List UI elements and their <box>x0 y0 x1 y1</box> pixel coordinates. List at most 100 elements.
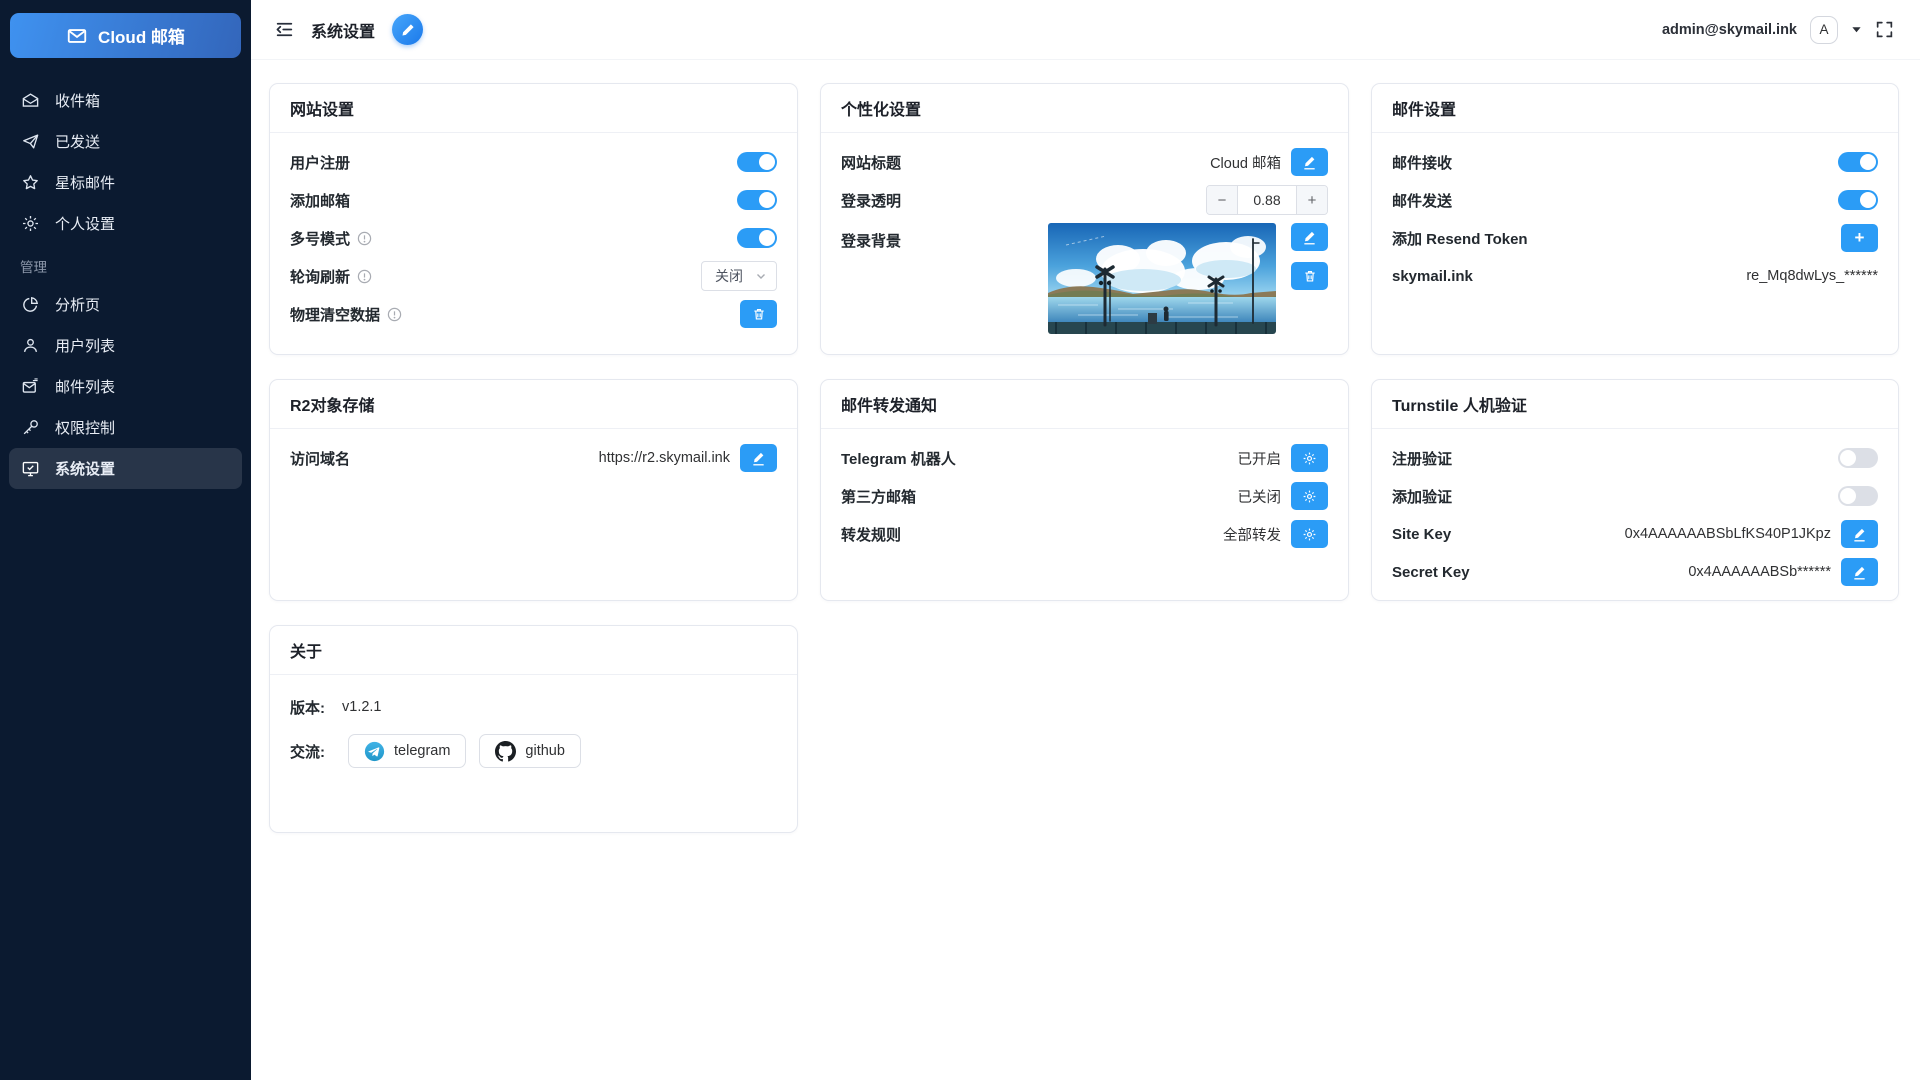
sidebar-item-inbox[interactable]: 收件箱 <box>9 80 242 121</box>
token-domain-label: skymail.ink <box>1392 268 1473 285</box>
add-resend-token-button[interactable]: + <box>1841 224 1878 252</box>
row-version: 版本: v1.2.1 <box>290 685 777 729</box>
row-label: 转发规则 <box>841 524 901 545</box>
inbox-icon <box>20 91 40 111</box>
row-secret-key: Secret Key 0x4AAAAAABSb****** <box>1392 553 1878 591</box>
row-resend-token: 添加 Resend Token + <box>1392 219 1878 257</box>
sidebar-item-sent[interactable]: 已发送 <box>9 121 242 162</box>
gear-icon <box>20 214 40 234</box>
row-multi-account: 多号模式 <box>290 219 777 257</box>
card-title: Turnstile 人机验证 <box>1392 392 1527 416</box>
trash-icon <box>1303 269 1317 283</box>
row-forward-rule: 转发规则 全部转发 <box>841 515 1328 553</box>
row-label: 登录透明 <box>841 190 901 211</box>
stepper-decrease-button[interactable]: − <box>1207 186 1237 214</box>
stepper-increase-button[interactable]: + <box>1297 186 1327 214</box>
telegram-link-button[interactable]: telegram <box>348 734 466 768</box>
row-label: 添加 Resend Token <box>1392 228 1528 249</box>
mail-send-toggle[interactable] <box>1838 190 1878 210</box>
purge-data-button[interactable] <box>740 300 777 328</box>
card-title: 邮件设置 <box>1392 96 1456 120</box>
card-email-settings: 邮件设置 邮件接收 邮件发送 添加 Resend Token + skymail… <box>1371 83 1899 355</box>
secret-key-value: 0x4AAAAAABSb****** <box>1688 564 1831 580</box>
chevron-down-icon[interactable] <box>1851 24 1862 35</box>
edit-secret-key-button[interactable] <box>1841 558 1878 586</box>
row-purge-data: 物理清空数据 <box>290 295 777 333</box>
sidebar-item-users[interactable]: 用户列表 <box>9 325 242 366</box>
login-opacity-stepper: − 0.88 + <box>1206 185 1328 215</box>
delete-login-background-button[interactable] <box>1291 262 1328 290</box>
site-key-value: 0x4AAAAAABSbLfKS40P1JKpz <box>1625 526 1831 542</box>
edit-pen-icon <box>751 451 766 466</box>
row-add-mailbox: 添加邮箱 <box>290 181 777 219</box>
login-opacity-value[interactable]: 0.88 <box>1237 186 1297 214</box>
sidebar-item-mail-list[interactable]: 邮件列表 <box>9 366 242 407</box>
forward-rule-settings-button[interactable] <box>1291 520 1328 548</box>
row-label: 注册验证 <box>1392 448 1452 469</box>
star-icon <box>20 173 40 193</box>
forward-rule-status: 全部转发 <box>1223 524 1281 545</box>
row-label: 添加验证 <box>1392 486 1452 507</box>
sidebar-item-label: 收件箱 <box>55 90 100 111</box>
row-site-title: 网站标题 Cloud 邮箱 <box>841 143 1328 181</box>
page-title: 系统设置 <box>311 18 375 42</box>
mail-list-icon <box>20 377 40 397</box>
poll-refresh-select[interactable]: 关闭 <box>701 261 777 291</box>
user-register-toggle[interactable] <box>737 152 777 172</box>
version-label: 版本: <box>290 697 342 718</box>
card-forward-notify: 邮件转发通知 Telegram 机器人 已开启 第三方邮箱 已关闭 转发规则 <box>820 379 1349 601</box>
settings-grid: 网站设置 用户注册 添加邮箱 多号模式 <box>269 83 1899 833</box>
row-label: 邮件接收 <box>1392 152 1452 173</box>
mail-receive-toggle[interactable] <box>1838 152 1878 172</box>
add-mailbox-toggle[interactable] <box>737 190 777 210</box>
card-title: 个性化设置 <box>841 96 921 120</box>
row-label: Telegram 机器人 <box>841 448 956 469</box>
sidebar-item-label: 个人设置 <box>55 213 115 234</box>
avatar[interactable]: A <box>1810 16 1838 44</box>
multi-account-toggle[interactable] <box>737 228 777 248</box>
edit-site-key-button[interactable] <box>1841 520 1878 548</box>
edit-title-button[interactable] <box>392 14 423 45</box>
info-icon <box>357 231 372 246</box>
third-party-settings-button[interactable] <box>1291 482 1328 510</box>
key-icon <box>20 418 40 438</box>
sidebar-item-system-settings[interactable]: 系统设置 <box>9 448 242 489</box>
row-third-party-mail: 第三方邮箱 已关闭 <box>841 477 1328 515</box>
add-verify-toggle[interactable] <box>1838 486 1878 506</box>
contact-label: 交流: <box>290 741 342 762</box>
github-button-label: github <box>525 743 565 759</box>
card-title: R2对象存储 <box>290 392 374 416</box>
user-icon <box>20 336 40 356</box>
sidebar-item-starred[interactable]: 星标邮件 <box>9 162 242 203</box>
row-mail-send: 邮件发送 <box>1392 181 1878 219</box>
row-login-background: 登录背景 <box>841 219 1328 349</box>
sidebar-item-analytics[interactable]: 分析页 <box>9 284 242 325</box>
site-title-value: Cloud 邮箱 <box>1210 152 1281 173</box>
edit-site-title-button[interactable] <box>1291 148 1328 176</box>
row-mail-receive: 邮件接收 <box>1392 143 1878 181</box>
github-link-button[interactable]: github <box>479 734 581 768</box>
row-login-opacity: 登录透明 − 0.88 + <box>841 181 1328 219</box>
telegram-bot-settings-button[interactable] <box>1291 444 1328 472</box>
row-label: 登录背景 <box>841 230 901 251</box>
edit-login-background-button[interactable] <box>1291 223 1328 251</box>
app-logo[interactable]: Cloud 邮箱 <box>10 13 241 58</box>
row-label: 访问域名 <box>290 448 350 469</box>
row-label: 第三方邮箱 <box>841 486 916 507</box>
telegram-button-label: telegram <box>394 743 450 759</box>
app-logo-text: Cloud 邮箱 <box>98 23 185 48</box>
pie-chart-icon <box>20 295 40 315</box>
collapse-sidebar-icon[interactable] <box>271 17 297 43</box>
register-verify-toggle[interactable] <box>1838 448 1878 468</box>
chevron-down-icon <box>755 270 767 282</box>
sidebar-item-label: 已发送 <box>55 131 100 152</box>
login-background-thumbnail <box>1048 223 1276 334</box>
row-label: 物理清空数据 <box>290 304 402 325</box>
envelope-icon <box>66 25 88 47</box>
sidebar-item-label: 星标邮件 <box>55 172 115 193</box>
sidebar-item-permissions[interactable]: 权限控制 <box>9 407 242 448</box>
edit-access-domain-button[interactable] <box>740 444 777 472</box>
info-icon <box>387 307 402 322</box>
sidebar-item-personal-settings[interactable]: 个人设置 <box>9 203 242 244</box>
fullscreen-icon[interactable] <box>1875 20 1894 39</box>
